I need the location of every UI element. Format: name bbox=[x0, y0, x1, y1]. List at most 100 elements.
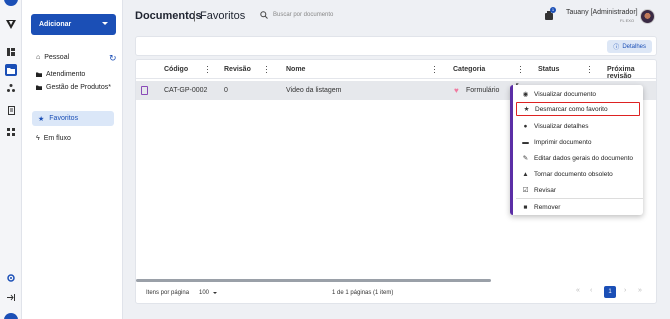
column-menu-icon[interactable] bbox=[520, 66, 522, 73]
warning-icon: ▲ bbox=[522, 170, 529, 178]
menu-item-label: Editar dados gerais do documento bbox=[534, 154, 634, 162]
search-input[interactable]: Buscar por documento bbox=[256, 7, 406, 23]
chevron-down-icon[interactable] bbox=[102, 22, 108, 25]
column-header[interactable]: Revisão bbox=[224, 66, 251, 73]
report-icon[interactable] bbox=[5, 104, 17, 116]
add-button-label: Adicionar bbox=[39, 21, 72, 28]
page-subtitle: Favoritos bbox=[200, 10, 246, 22]
menu-item-label: Visualizar detalhes bbox=[534, 122, 589, 130]
printer-icon: ▬ bbox=[522, 138, 529, 146]
sidebar-item-label: Atendimento bbox=[46, 71, 86, 78]
sidebar-item-flow[interactable]: ϟ Em fluxo bbox=[36, 135, 71, 142]
pencil-icon: ✎ bbox=[522, 155, 529, 162]
column-menu-icon[interactable] bbox=[266, 66, 268, 73]
column-header[interactable]: Nome bbox=[286, 66, 305, 73]
folder-icon[interactable] bbox=[5, 64, 17, 76]
menu-item-label: Imprimir documento bbox=[534, 138, 592, 146]
column-menu-icon[interactable] bbox=[207, 66, 209, 73]
user-name[interactable]: Tauany [Administrador] bbox=[566, 9, 638, 16]
column-menu-icon[interactable] bbox=[589, 66, 591, 73]
current-page-button[interactable]: 1 bbox=[604, 286, 616, 298]
folder-icon bbox=[36, 72, 42, 77]
collapse-icon[interactable] bbox=[5, 291, 17, 303]
settings-gear-icon[interactable] bbox=[5, 272, 17, 284]
per-page-label: Itens por página bbox=[146, 290, 190, 296]
menu-item-view-details[interactable]: ● Visualizar detalhes bbox=[516, 119, 640, 133]
user-code: FL EXO bbox=[620, 18, 635, 23]
per-page-select[interactable]: 100 bbox=[199, 290, 209, 296]
cell-code: CAT-GP-0002 bbox=[164, 87, 208, 94]
sidebar-item-personal[interactable]: ⌂ Pessoal bbox=[36, 54, 69, 61]
cell-revision: 0 bbox=[224, 87, 228, 94]
sidebar-item-folder[interactable]: Atendimento bbox=[36, 71, 85, 78]
column-header[interactable]: Status bbox=[538, 66, 559, 73]
table-header: Código Revisão Nome Categoria Status Pró… bbox=[136, 60, 656, 80]
column-header[interactable]: Categoria bbox=[453, 66, 485, 73]
refresh-icon[interactable]: ↻ bbox=[109, 53, 117, 64]
first-page-button[interactable]: « bbox=[576, 287, 580, 294]
network-icon[interactable] bbox=[5, 126, 17, 138]
menu-item-review[interactable]: ☑ Revisar bbox=[516, 183, 640, 197]
logo-icon[interactable] bbox=[5, 18, 17, 30]
menu-item-print[interactable]: ▬ Imprimir documento bbox=[516, 135, 640, 149]
review-icon: ☑ bbox=[522, 187, 529, 194]
sidebar: Adicionar ⌂ Pessoal ↻ Atendimento Gestão… bbox=[22, 0, 123, 319]
dashboard-icon[interactable] bbox=[5, 46, 17, 58]
document-icon bbox=[141, 86, 148, 95]
menu-item-edit[interactable]: ✎ Editar dados gerais do documento bbox=[516, 151, 640, 165]
folder-icon bbox=[36, 85, 42, 90]
next-page-button[interactable]: › bbox=[624, 287, 626, 294]
sidebar-item-label: Em fluxo bbox=[43, 135, 71, 142]
sidebar-item-favorites[interactable]: ★ Favoritos bbox=[32, 111, 114, 126]
avatar[interactable] bbox=[640, 9, 655, 24]
category-heart-icon: ♥ bbox=[454, 86, 459, 95]
search-placeholder: Buscar por documento bbox=[273, 12, 334, 18]
menu-item-label: Desmarcar como favorito bbox=[535, 105, 608, 113]
details-button-label: Detalhes bbox=[622, 43, 646, 50]
notification-badge: 1 bbox=[550, 7, 556, 13]
last-page-button[interactable]: » bbox=[638, 287, 642, 294]
trash-icon: ■ bbox=[523, 203, 528, 211]
top-menu-button[interactable] bbox=[4, 0, 18, 6]
star-icon: ★ bbox=[523, 106, 530, 113]
menu-item-label: Remover bbox=[534, 203, 561, 211]
toolbar: ⓘ Detalhes bbox=[135, 36, 657, 56]
sidebar-item-label: Favoritos bbox=[49, 115, 79, 122]
details-button[interactable]: ⓘ Detalhes bbox=[607, 40, 652, 53]
add-button[interactable]: Adicionar bbox=[31, 14, 116, 35]
info-icon: ● bbox=[523, 122, 528, 130]
menu-item-label: Tornar documento obsoleto bbox=[534, 170, 613, 178]
column-header[interactable]: Próxima revisão bbox=[607, 66, 656, 80]
info-icon: ⓘ bbox=[613, 45, 620, 51]
menu-item-obsolete[interactable]: ▲ Tornar documento obsoleto bbox=[516, 167, 640, 181]
eye-icon: ◉ bbox=[522, 91, 529, 98]
hierarchy-icon[interactable] bbox=[5, 82, 17, 94]
pagination: Itens por página 100 1 de 1 páginas (1 i… bbox=[136, 282, 656, 303]
context-menu: ◉ Visualizar documento ★ Desmarcar como … bbox=[510, 85, 643, 215]
cell-name: Video da listagem bbox=[286, 87, 342, 94]
menu-item-remove[interactable]: ■ Remover bbox=[516, 200, 640, 214]
icon-rail bbox=[0, 0, 22, 319]
header: Documentos | Favoritos Buscar por docume… bbox=[123, 0, 670, 31]
chevron-down-icon[interactable] bbox=[213, 292, 217, 294]
help-icon[interactable] bbox=[4, 313, 18, 319]
menu-item-unfavorite[interactable]: ★ Desmarcar como favorito bbox=[516, 102, 640, 116]
cell-category: Formulário bbox=[466, 87, 500, 94]
menu-item-label: Visualizar documento bbox=[534, 90, 597, 98]
prev-page-button[interactable]: ‹ bbox=[590, 287, 592, 294]
search-icon bbox=[260, 11, 268, 19]
page-info: 1 de 1 páginas (1 item) bbox=[332, 290, 394, 296]
home-icon: ⌂ bbox=[36, 54, 41, 61]
menu-item-label: Revisar bbox=[534, 186, 557, 194]
menu-item-view-document[interactable]: ◉ Visualizar documento bbox=[516, 87, 640, 101]
column-menu-icon[interactable] bbox=[434, 66, 436, 73]
page-title: Documentos bbox=[135, 10, 202, 22]
sidebar-item-label: Pessoal bbox=[44, 54, 70, 61]
title-separator: | bbox=[193, 10, 196, 22]
bolt-icon: ϟ bbox=[36, 135, 40, 142]
sidebar-item-folder[interactable]: Gestão de Produtos* bbox=[36, 84, 111, 91]
column-header[interactable]: Código bbox=[164, 66, 188, 73]
menu-divider bbox=[516, 198, 643, 199]
star-icon: ★ bbox=[38, 115, 45, 123]
sidebar-item-label: Gestão de Produtos* bbox=[46, 84, 111, 91]
